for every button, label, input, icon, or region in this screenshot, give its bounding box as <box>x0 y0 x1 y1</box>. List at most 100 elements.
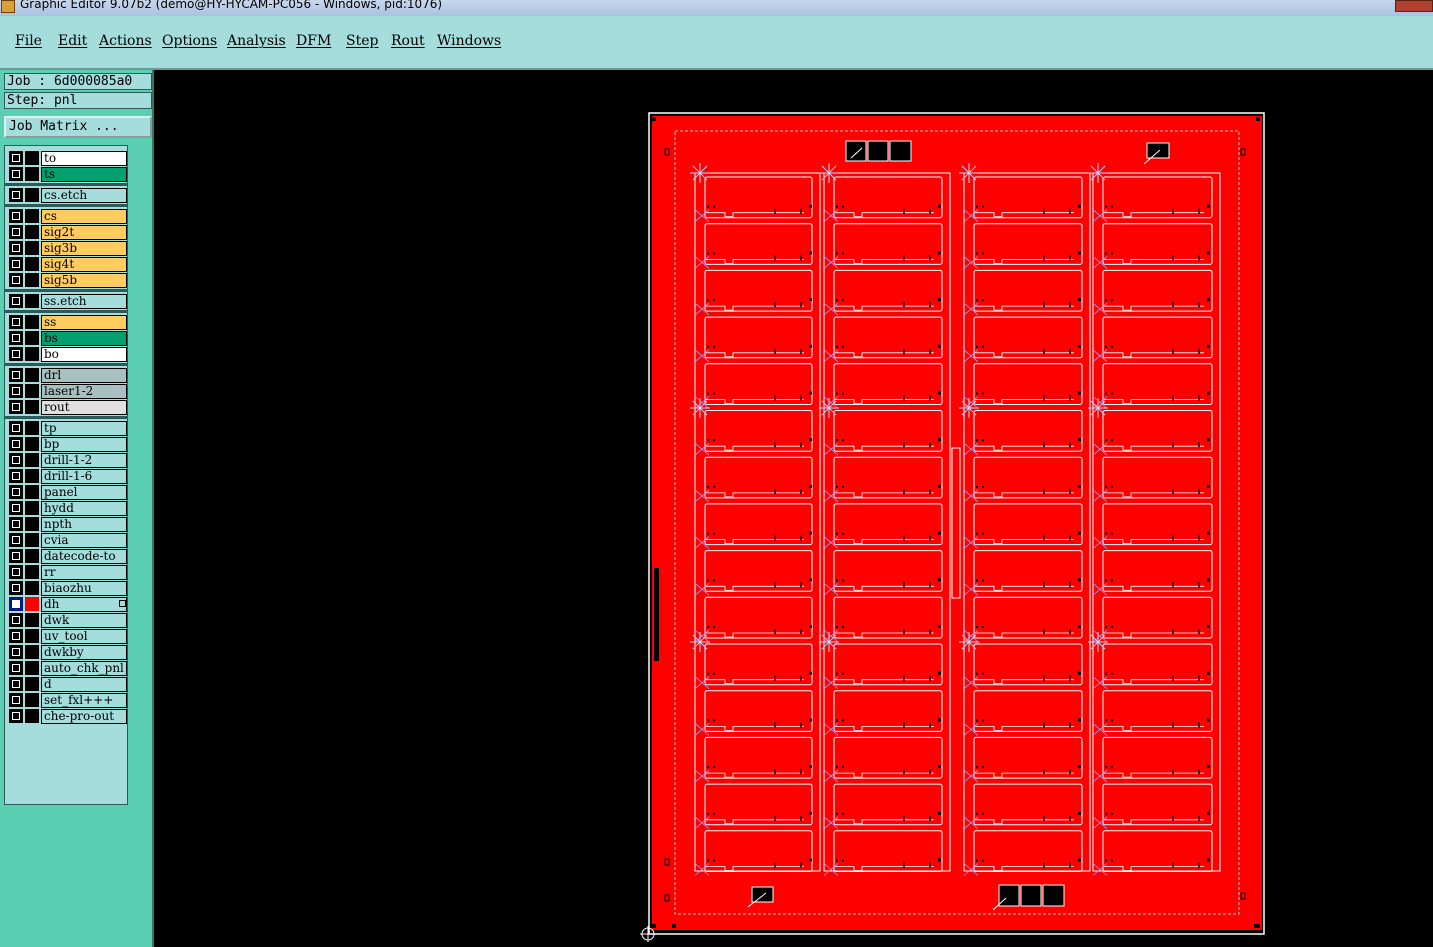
layer-color-swatch[interactable] <box>25 549 39 563</box>
layer-checkbox[interactable] <box>9 677 23 691</box>
layer-color-swatch[interactable] <box>25 368 39 382</box>
layer-row-uv_tool[interactable]: uv_tool <box>8 628 127 644</box>
close-window-button[interactable] <box>1395 0 1433 12</box>
layer-row-panel[interactable]: panel <box>8 484 127 500</box>
layer-name[interactable]: drill-1-2 <box>41 453 127 468</box>
layer-color-swatch[interactable] <box>25 384 39 398</box>
layer-color-swatch[interactable] <box>25 257 39 271</box>
layer-row-dwkby[interactable]: dwkby <box>8 644 127 660</box>
layer-name[interactable]: set_fxl+++ <box>41 693 127 708</box>
layer-color-swatch[interactable] <box>25 273 39 287</box>
layer-checkbox[interactable] <box>9 469 23 483</box>
layer-row-cs.etch[interactable]: cs.etch <box>8 187 127 203</box>
layer-color-swatch[interactable] <box>25 485 39 499</box>
layer-row-d[interactable]: d <box>8 676 127 692</box>
layer-row-hydd[interactable]: hydd <box>8 500 127 516</box>
layer-name[interactable]: panel <box>41 485 127 500</box>
layer-name[interactable]: drl <box>41 368 127 383</box>
layer-row-datecode-to[interactable]: datecode-to <box>8 548 127 564</box>
layer-row-drill-1-6[interactable]: drill-1-6 <box>8 468 127 484</box>
layer-color-swatch[interactable] <box>25 453 39 467</box>
layer-name[interactable]: che-pro-out <box>41 709 127 724</box>
layer-row-ss.etch[interactable]: ss.etch <box>8 293 127 309</box>
menu-analysis[interactable]: Analysis <box>227 33 286 49</box>
layer-color-swatch[interactable] <box>25 613 39 627</box>
layer-color-swatch[interactable] <box>25 709 39 723</box>
layer-checkbox[interactable] <box>9 384 23 398</box>
layer-checkbox[interactable] <box>9 347 23 361</box>
layer-color-swatch[interactable] <box>25 225 39 239</box>
layer-color-swatch[interactable] <box>25 581 39 595</box>
layer-checkbox[interactable] <box>9 645 23 659</box>
layer-name[interactable]: bs <box>41 331 127 346</box>
layer-checkbox[interactable] <box>9 167 23 181</box>
layer-name[interactable]: biaozhu <box>41 581 127 596</box>
layer-row-ss[interactable]: ss <box>8 314 127 330</box>
layer-name[interactable]: to <box>41 151 127 166</box>
layer-color-swatch[interactable] <box>25 565 39 579</box>
layer-row-che-pro-out[interactable]: che-pro-out <box>8 708 127 724</box>
layer-color-swatch[interactable] <box>25 677 39 691</box>
layer-color-swatch[interactable] <box>25 331 39 345</box>
layer-name[interactable]: bp <box>41 437 127 452</box>
layer-name[interactable]: hydd <box>41 501 127 516</box>
layer-row-cs[interactable]: cs <box>8 208 127 224</box>
layer-name[interactable]: tp <box>41 421 127 436</box>
layer-checkbox[interactable] <box>9 257 23 271</box>
menu-edit[interactable]: Edit <box>58 33 87 49</box>
layer-name[interactable]: ts <box>41 167 127 182</box>
layer-checkbox[interactable] <box>9 597 23 611</box>
layer-checkbox[interactable] <box>9 315 23 329</box>
layer-color-swatch[interactable] <box>25 533 39 547</box>
layer-checkbox[interactable] <box>9 225 23 239</box>
layer-color-swatch[interactable] <box>25 400 39 414</box>
layer-checkbox[interactable] <box>9 517 23 531</box>
layer-checkbox[interactable] <box>9 151 23 165</box>
layer-row-bp[interactable]: bp <box>8 436 127 452</box>
layer-row-drl[interactable]: drl <box>8 367 127 383</box>
layer-row-dh[interactable]: dh <box>8 596 127 612</box>
panel-view[interactable] <box>156 70 1433 947</box>
layer-row-ts[interactable]: ts <box>8 166 127 182</box>
menu-dfm[interactable]: DFM <box>296 33 331 49</box>
layer-name[interactable]: ss.etch <box>41 294 127 309</box>
layer-color-swatch[interactable] <box>25 645 39 659</box>
layer-row-bs[interactable]: bs <box>8 330 127 346</box>
layer-name[interactable]: dh <box>41 597 127 612</box>
layer-checkbox[interactable] <box>9 400 23 414</box>
layer-name[interactable]: cs <box>41 209 127 224</box>
layer-color-swatch[interactable] <box>25 151 39 165</box>
layer-checkbox[interactable] <box>9 629 23 643</box>
layer-color-swatch[interactable] <box>25 241 39 255</box>
menu-actions[interactable]: Actions <box>99 33 152 49</box>
layer-color-swatch[interactable] <box>25 209 39 223</box>
layer-row-sig5b[interactable]: sig5b <box>8 272 127 288</box>
layer-row-dwk[interactable]: dwk <box>8 612 127 628</box>
layer-row-sig3b[interactable]: sig3b <box>8 240 127 256</box>
layer-name[interactable]: sig2t <box>41 225 127 240</box>
layer-checkbox[interactable] <box>9 188 23 202</box>
layer-checkbox[interactable] <box>9 565 23 579</box>
layer-row-sig4t[interactable]: sig4t <box>8 256 127 272</box>
layer-color-swatch[interactable] <box>25 661 39 675</box>
menu-file[interactable]: File <box>15 33 42 49</box>
layer-name[interactable]: sig4t <box>41 257 127 272</box>
layer-name[interactable]: rout <box>41 400 127 415</box>
layer-checkbox[interactable] <box>9 581 23 595</box>
layer-row-rr[interactable]: rr <box>8 564 127 580</box>
layer-color-swatch[interactable] <box>25 469 39 483</box>
menu-windows[interactable]: Windows <box>437 33 501 49</box>
layer-checkbox[interactable] <box>9 294 23 308</box>
layer-color-swatch[interactable] <box>25 294 39 308</box>
layer-checkbox[interactable] <box>9 501 23 515</box>
layer-checkbox[interactable] <box>9 241 23 255</box>
graphic-canvas[interactable] <box>156 70 1433 947</box>
layer-name[interactable]: cvia <box>41 533 127 548</box>
layer-color-swatch[interactable] <box>25 501 39 515</box>
layer-color-swatch[interactable] <box>25 421 39 435</box>
layer-row-bo[interactable]: bo <box>8 346 127 362</box>
layer-name[interactable]: bo <box>41 347 127 362</box>
menu-step[interactable]: Step <box>346 33 378 49</box>
layer-color-swatch[interactable] <box>25 347 39 361</box>
layer-color-swatch[interactable] <box>25 517 39 531</box>
